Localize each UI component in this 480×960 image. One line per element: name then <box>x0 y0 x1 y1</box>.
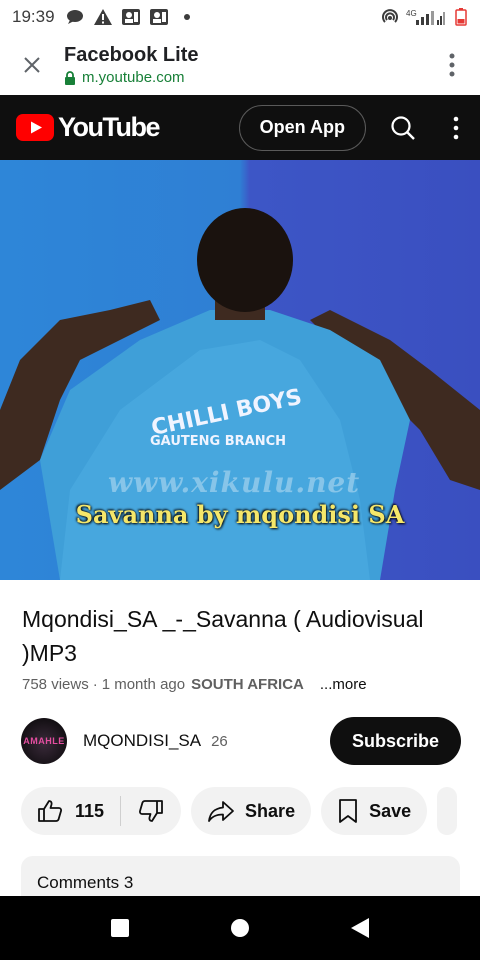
more-notifications-dot-icon <box>177 8 197 26</box>
close-tab-button[interactable] <box>0 34 64 95</box>
video-watermark: www.xikulu.net <box>108 466 361 499</box>
youtube-play-icon <box>16 114 54 141</box>
notification-icons <box>65 8 197 26</box>
home-button[interactable] <box>225 913 255 943</box>
save-button[interactable]: Save <box>321 787 428 835</box>
recents-square-icon <box>111 919 129 937</box>
facebook-notification-icon <box>121 8 141 26</box>
open-app-button[interactable]: Open App <box>238 104 366 151</box>
share-button[interactable]: Share <box>191 787 312 835</box>
warning-icon <box>93 8 113 26</box>
close-icon <box>24 56 40 73</box>
chat-bubble-icon <box>65 8 85 26</box>
channel-avatar[interactable]: AMAHLE <box>21 718 67 764</box>
video-location: SOUTH AFRICA <box>191 676 304 693</box>
video-player[interactable]: CHILLI BOYS GAUTENG BRANCH www.xikulu.ne… <box>0 160 480 580</box>
signal-4g-icon: 4G <box>406 8 448 26</box>
navigation-bar <box>0 896 480 960</box>
custom-tab-header: Facebook Lite m.youtube.com <box>0 34 480 95</box>
more-actions-pill[interactable] <box>437 787 458 835</box>
like-button[interactable]: 115 <box>37 796 122 826</box>
video-meta-row[interactable]: 758 views · 1 month ago SOUTH AFRICA ...… <box>22 676 462 693</box>
meta-separator: · <box>92 676 98 693</box>
share-label: Share <box>245 800 296 821</box>
save-label: Save <box>369 800 412 821</box>
vertical-dots-icon <box>449 53 455 76</box>
channel-name[interactable]: MQONDISI_SA <box>83 731 201 751</box>
search-button[interactable] <box>374 95 432 160</box>
search-icon <box>391 115 415 140</box>
vertical-dots-icon <box>453 116 459 139</box>
facebook-notification-icon-2 <box>149 8 169 26</box>
tab-url-row[interactable]: m.youtube.com <box>64 69 424 86</box>
youtube-header: YouTube Open App <box>0 95 480 160</box>
video-actions-row: 115 Share Save <box>21 787 480 835</box>
video-caption: Savanna by mqondisi SA <box>75 500 405 529</box>
like-count: 115 <box>75 800 105 821</box>
more-description-link[interactable]: ...more <box>320 676 367 693</box>
youtube-logo-text: YouTube <box>58 112 160 142</box>
avatar-text: AMAHLE <box>23 736 65 746</box>
subscriber-count: 26 <box>211 732 228 750</box>
back-triangle-icon <box>351 918 369 938</box>
home-circle-icon <box>231 919 249 937</box>
channel-row: AMAHLE MQONDISI_SA 26 Subscribe <box>21 717 461 765</box>
tab-title: Facebook Lite <box>64 44 199 66</box>
thumbs-up-icon <box>38 800 63 822</box>
thumbs-down-icon <box>139 800 163 822</box>
comments-label: Comments 3 <box>37 873 134 892</box>
tab-url: m.youtube.com <box>82 69 185 86</box>
subscribe-button[interactable]: Subscribe <box>329 717 461 765</box>
video-title[interactable]: Mqondisi_SA _-_Savanna ( Audiovisual )MP… <box>22 602 462 670</box>
hotspot-icon <box>380 8 400 26</box>
dislike-button[interactable] <box>121 799 181 823</box>
tab-title-block: Facebook Lite m.youtube.com <box>64 43 424 86</box>
view-count: 758 views <box>22 676 89 693</box>
battery-low-icon <box>454 8 468 26</box>
tab-menu-button[interactable] <box>424 34 480 95</box>
lock-icon <box>65 70 75 85</box>
upload-age: 1 month ago <box>101 676 186 693</box>
recents-button[interactable] <box>105 913 135 943</box>
status-time: 19:39 <box>12 7 55 26</box>
system-icons: 4G <box>380 8 468 26</box>
youtube-more-button[interactable] <box>432 95 480 160</box>
status-bar: 19:39 4G <box>0 0 480 34</box>
share-arrow-icon <box>208 801 234 822</box>
shirt-print-bottom: GAUTENG BRANCH <box>150 434 286 449</box>
network-type-label: 4G <box>406 9 417 18</box>
bookmark-icon <box>339 799 357 823</box>
youtube-logo[interactable]: YouTube <box>16 112 160 143</box>
back-button[interactable] <box>345 913 375 943</box>
like-dislike-pill: 115 <box>21 787 182 835</box>
